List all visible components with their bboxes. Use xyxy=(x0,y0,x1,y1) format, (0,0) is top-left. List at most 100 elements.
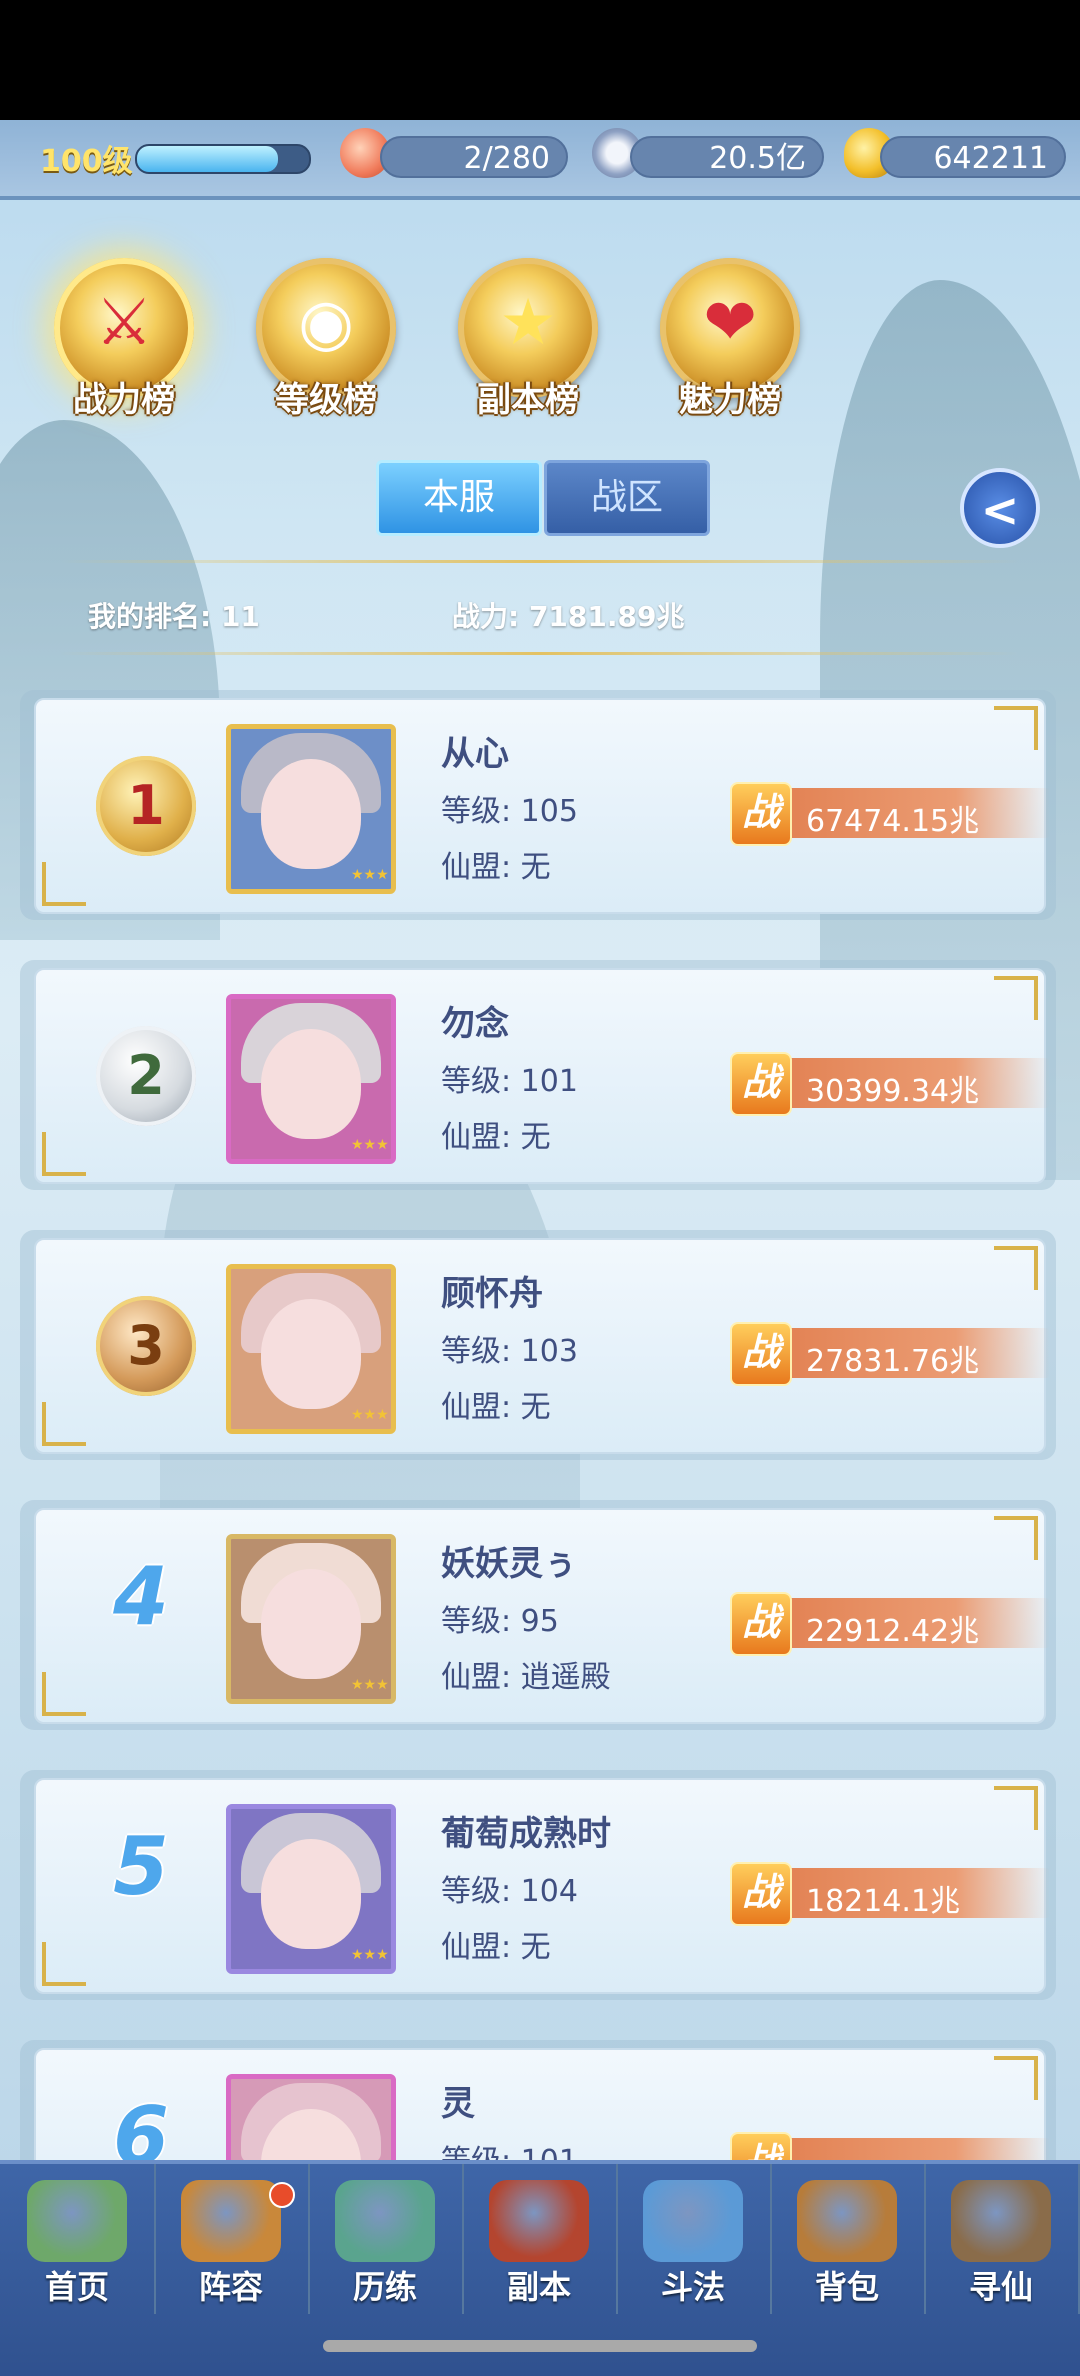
player-level: 等级: 95 xyxy=(441,1604,559,1639)
avatar[interactable]: ★★★ xyxy=(226,1264,396,1434)
player-level: 等级: 103 xyxy=(441,1334,578,1369)
player-level: 等级: 104 xyxy=(441,1874,578,1909)
avatar-face xyxy=(261,1569,361,1679)
gourd-icon xyxy=(335,2180,435,2262)
corner-ornament xyxy=(42,1672,86,1716)
exp-bar-fill xyxy=(137,146,279,172)
my-rank-text: 我的排名: 11 xyxy=(88,600,260,633)
player-card[interactable]: 3 ★★★ 顾怀舟 等级: 103 仙盟: 无 战 27831.76兆 xyxy=(20,1230,1056,1460)
power-banner: 战 30399.34兆 xyxy=(730,1052,1050,1116)
nav-label: 副本 xyxy=(506,2268,571,2306)
player-name: 从心 xyxy=(441,734,509,774)
rank-medal-icon: 2 xyxy=(96,1026,196,1126)
nav-label: 斗法 xyxy=(660,2268,725,2306)
star-rating-icon: ★★★ xyxy=(351,1677,389,1693)
leaderboard-screen: 100级 2/280 20.5亿 642211 ⚔ 战力榜 ◉ 等级榜 ★ 副本… xyxy=(0,120,1080,2376)
player-card-body: 4 ★★★ 妖妖灵ぅ 等级: 95 仙盟: 逍遥殿 战 22912.42兆 xyxy=(34,1508,1050,1724)
rank-medal-icon: 3 xyxy=(96,1296,196,1396)
player-power: 30399.34兆 xyxy=(806,1074,980,1109)
corner-ornament xyxy=(994,2056,1038,2100)
tab-label: 战力榜 xyxy=(73,380,175,420)
tab-label: 副本榜 xyxy=(477,380,579,420)
power-banner: 战 27831.76兆 xyxy=(730,1322,1050,1386)
nav-label: 背包 xyxy=(814,2268,879,2306)
exp-bar xyxy=(135,144,311,174)
avatar[interactable]: ★★★ xyxy=(226,1804,396,1974)
player-level: 等级: 105 xyxy=(441,794,578,829)
nav-item-1[interactable]: 阵容 xyxy=(154,2164,310,2314)
player-guild: 仙盟: 无 xyxy=(441,1120,551,1155)
tab-war-zone[interactable]: 战区 xyxy=(544,460,710,536)
player-card-body: 3 ★★★ 顾怀舟 等级: 103 仙盟: 无 战 27831.76兆 xyxy=(34,1238,1050,1454)
nav-label: 首页 xyxy=(44,2268,109,2306)
corner-ornament xyxy=(994,976,1038,1020)
star-rating-icon: ★★★ xyxy=(351,1947,389,1963)
player-card[interactable]: 5 ★★★ 葡萄成熟时 等级: 104 仙盟: 无 战 18214.1兆 xyxy=(20,1770,1056,2000)
resource-bar: 100级 2/280 20.5亿 642211 xyxy=(0,120,1080,200)
avatar[interactable]: ★★★ xyxy=(226,724,396,894)
player-level: 100级 xyxy=(40,144,133,179)
corner-ornament xyxy=(42,1942,86,1986)
tab-label: 魅力榜 xyxy=(679,380,781,420)
tab-dungeon-rank[interactable]: ★ 副本榜 xyxy=(438,250,618,450)
avatar[interactable]: ★★★ xyxy=(226,1534,396,1704)
power-banner: 战 18214.1兆 xyxy=(730,1862,1050,1926)
rank-number: 4 xyxy=(113,1550,169,1643)
corner-ornament xyxy=(994,706,1038,750)
nav-item-4[interactable]: 斗法 xyxy=(616,2164,772,2314)
player-name: 妖妖灵ぅ xyxy=(441,1544,577,1584)
gold-counter[interactable]: 642211 xyxy=(880,136,1066,178)
tab-charm-rank[interactable]: ❤ 魅力榜 xyxy=(640,250,820,450)
nav-item-5[interactable]: 背包 xyxy=(770,2164,926,2314)
avatar-face xyxy=(261,1029,361,1139)
stamina-counter[interactable]: 2/280 xyxy=(380,136,568,178)
player-power: 67474.15兆 xyxy=(806,804,980,839)
player-guild: 仙盟: 无 xyxy=(441,1930,551,1965)
avatar-face xyxy=(261,1839,361,1949)
sword-stand-icon xyxy=(643,2180,743,2262)
star-rating-icon: ★★★ xyxy=(351,1407,389,1423)
battle-badge-icon: 战 xyxy=(730,782,792,846)
corner-ornament xyxy=(994,1516,1038,1560)
player-power: 27831.76兆 xyxy=(806,1344,980,1379)
tab-local-server[interactable]: 本服 xyxy=(376,460,542,536)
player-card[interactable]: 4 ★★★ 妖妖灵ぅ 等级: 95 仙盟: 逍遥殿 战 22912.42兆 xyxy=(20,1500,1056,1730)
silver-counter[interactable]: 20.5亿 xyxy=(630,136,824,178)
battle-badge-icon: 战 xyxy=(730,1862,792,1926)
player-guild: 仙盟: 无 xyxy=(441,1390,551,1425)
tab-power-rank[interactable]: ⚔ 战力榜 xyxy=(34,250,214,450)
corner-ornament xyxy=(42,1402,86,1446)
player-card[interactable]: 1 ★★★ 从心 等级: 105 仙盟: 无 战 67474.15兆 xyxy=(20,690,1056,920)
avatar-face xyxy=(261,1299,361,1409)
avatar-face xyxy=(261,759,361,869)
nav-item-3[interactable]: 副本 xyxy=(462,2164,618,2314)
nav-item-0[interactable]: 首页 xyxy=(0,2164,156,2314)
battle-badge-icon: 战 xyxy=(730,1322,792,1386)
tab-level-rank[interactable]: ◉ 等级榜 xyxy=(236,250,416,450)
player-card[interactable]: 2 ★★★ 勿念 等级: 101 仙盟: 无 战 30399.34兆 xyxy=(20,960,1056,1190)
rank-number: 5 xyxy=(113,1820,169,1913)
corner-ornament xyxy=(42,1132,86,1176)
player-name: 顾怀舟 xyxy=(441,1274,543,1314)
home-indicator xyxy=(323,2340,757,2352)
cards-icon xyxy=(181,2180,281,2262)
home-island-icon xyxy=(27,2180,127,2262)
player-guild: 仙盟: 无 xyxy=(441,850,551,885)
rank-medal-icon: 1 xyxy=(96,756,196,856)
player-name: 勿念 xyxy=(441,1004,509,1044)
corner-ornament xyxy=(42,862,86,906)
scroll-icon xyxy=(951,2180,1051,2262)
player-card-body: 5 ★★★ 葡萄成熟时 等级: 104 仙盟: 无 战 18214.1兆 xyxy=(34,1778,1050,1994)
nav-item-6[interactable]: 寻仙 xyxy=(924,2164,1080,2314)
player-name: 灵 xyxy=(441,2084,475,2124)
avatar[interactable]: ★★★ xyxy=(226,994,396,1164)
divider xyxy=(60,560,1020,563)
temple-gate-icon xyxy=(489,2180,589,2262)
notification-dot xyxy=(269,2182,295,2208)
back-arrow-icon[interactable]: < xyxy=(960,468,1040,548)
player-power: 18214.1兆 xyxy=(806,1884,961,1919)
nav-item-2[interactable]: 历练 xyxy=(308,2164,464,2314)
divider xyxy=(60,652,1020,655)
corner-ornament xyxy=(994,1786,1038,1830)
battle-badge-icon: 战 xyxy=(730,1592,792,1656)
